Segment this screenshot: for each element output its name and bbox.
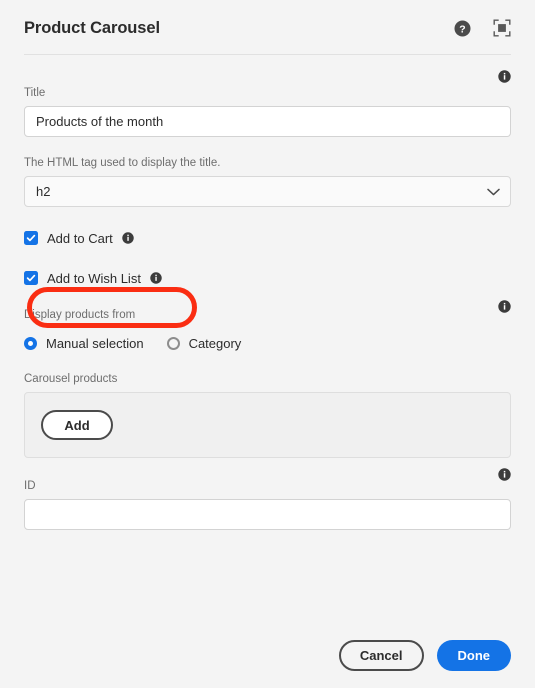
radio-manual-selection-label: Manual selection: [46, 336, 144, 351]
dialog-header: Product Carousel ?: [0, 0, 535, 56]
title-field-group: Title: [24, 70, 511, 137]
html-tag-field-label: The HTML tag used to display the title.: [24, 157, 221, 169]
header-divider: [24, 54, 511, 55]
fullscreen-icon[interactable]: [493, 19, 511, 37]
done-button[interactable]: Done: [436, 640, 511, 671]
display-products-from-info-icon[interactable]: [498, 300, 511, 318]
id-field-group: ID: [24, 468, 511, 530]
title-input[interactable]: [24, 106, 511, 137]
html-tag-field-group: The HTML tag used to display the title. …: [24, 156, 511, 207]
carousel-products-panel: Add: [24, 392, 511, 458]
display-products-from-group: Display products from Manual selection C…: [24, 300, 511, 351]
id-input[interactable]: [24, 499, 511, 530]
add-to-cart-label: Add to Cart: [47, 230, 113, 246]
radio-manual-selection[interactable]: Manual selection: [24, 336, 144, 351]
add-to-cart-group: Add to Cart: [24, 228, 511, 248]
radio-category-indicator: [166, 337, 180, 350]
id-field-label: ID: [24, 480, 36, 492]
id-info-icon[interactable]: [498, 468, 511, 486]
dialog-footer: Cancel Done: [338, 640, 511, 671]
radio-category-label: Category: [188, 336, 242, 351]
title-info-icon[interactable]: [498, 70, 511, 88]
title-field-label: Title: [24, 87, 46, 99]
page-title: Product Carousel: [24, 18, 160, 37]
add-to-wish-list-row[interactable]: Add to Wish List: [24, 268, 511, 288]
add-to-cart-info-icon[interactable]: [122, 232, 134, 244]
form-body: Title The HTML tag used to display the t…: [0, 56, 535, 530]
chevron-down-icon: [487, 188, 500, 196]
add-to-wish-list-label: Add to Wish List: [47, 270, 141, 286]
html-tag-select-value: h2: [36, 184, 51, 199]
radio-category[interactable]: Category: [166, 336, 242, 351]
help-circle-icon[interactable]: ?: [453, 19, 471, 37]
add-to-wish-list-checkbox[interactable]: [24, 271, 38, 285]
add-to-wish-list-group: Add to Wish List: [24, 268, 511, 288]
header-actions: ?: [453, 19, 511, 37]
display-products-from-radio-group: Manual selection Category: [24, 336, 511, 351]
add-button[interactable]: Add: [41, 410, 113, 440]
radio-manual-selection-indicator: [24, 337, 37, 350]
add-to-cart-row[interactable]: Add to Cart: [24, 228, 511, 248]
svg-text:?: ?: [459, 23, 465, 35]
display-products-from-label: Display products from: [24, 309, 136, 321]
html-tag-select[interactable]: h2: [24, 176, 511, 207]
add-to-wish-list-info-icon[interactable]: [150, 272, 162, 284]
carousel-products-label: Carousel products: [24, 373, 118, 385]
add-to-cart-checkbox[interactable]: [24, 231, 38, 245]
cancel-button[interactable]: Cancel: [338, 640, 424, 671]
carousel-products-group: Carousel products Add: [24, 372, 511, 458]
